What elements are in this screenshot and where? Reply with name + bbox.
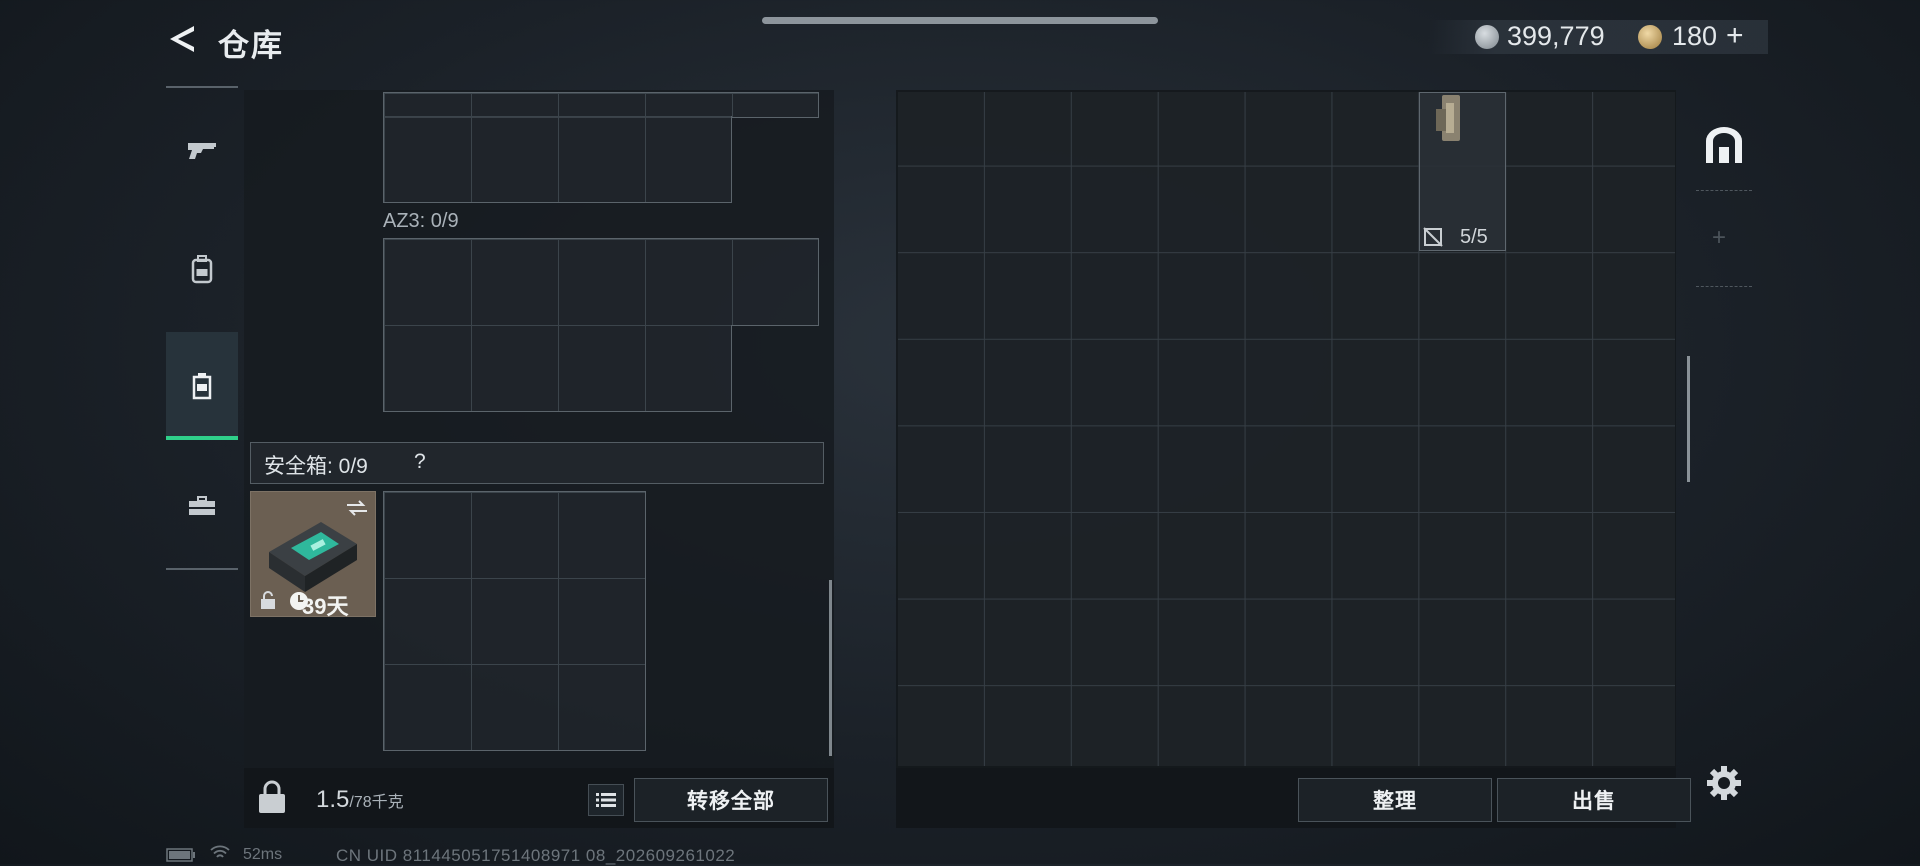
nav-item-weapons[interactable] <box>166 96 238 204</box>
nav-item-backpack[interactable] <box>166 216 238 324</box>
az3-grid[interactable] <box>383 325 732 412</box>
transfer-all-button[interactable]: 转移全部 <box>634 778 828 822</box>
battery-icon <box>166 848 195 862</box>
slot-count: 5/5 <box>1460 226 1488 248</box>
backpack-icon <box>191 255 213 284</box>
slot-count-icon <box>1423 227 1443 247</box>
sort-button[interactable]: 整理 <box>1298 778 1492 822</box>
nav-item-toolbox[interactable] <box>166 452 238 560</box>
container-grid[interactable] <box>383 92 819 118</box>
page-title: 仓库 <box>218 28 284 63</box>
container-grid[interactable] <box>383 116 732 203</box>
az3-label: AZ3: 0/9 <box>383 210 459 232</box>
lock-icon <box>261 591 275 609</box>
weight-unit: /78千克 <box>349 794 404 811</box>
help-icon[interactable]: ? <box>414 450 426 474</box>
storage-grid[interactable] <box>898 92 1675 766</box>
weight-value: 1.5 <box>316 786 350 813</box>
ping-readout: 52ms <box>243 846 283 863</box>
back-icon[interactable] <box>164 22 198 56</box>
wifi-icon <box>210 845 230 858</box>
right-scrollbar[interactable] <box>1687 356 1690 482</box>
storage-tabs <box>1696 90 1752 300</box>
left-scrollbar[interactable] <box>829 580 832 756</box>
sell-button[interactable]: 出售 <box>1497 778 1691 822</box>
gold-coin-icon <box>1638 25 1662 49</box>
weight-lock-icon[interactable] <box>256 780 288 816</box>
points-amount: 180 <box>1672 21 1718 51</box>
swap-icon[interactable] <box>345 498 369 518</box>
silver-coin-icon <box>1475 25 1499 49</box>
tab-divider <box>1696 286 1752 287</box>
item-duration: 39天 <box>302 594 349 619</box>
safe-box-label: 安全箱: 0/9 <box>264 455 368 478</box>
safe-box-grid[interactable] <box>383 491 646 751</box>
nav-divider <box>166 568 238 570</box>
pistol-icon <box>188 143 216 159</box>
az3-grid[interactable] <box>383 238 819 326</box>
drag-handle[interactable] <box>762 17 1158 24</box>
list-icon <box>596 793 616 807</box>
money-amount: 399,779 <box>1507 21 1605 51</box>
ammo-item-image <box>1436 95 1460 141</box>
container-icon <box>192 373 212 400</box>
tab-divider <box>1696 190 1752 191</box>
toolbox-icon <box>189 496 215 515</box>
nav-item-container[interactable] <box>166 332 238 440</box>
add-currency-icon[interactable]: + <box>1726 21 1744 51</box>
add-tab-icon[interactable]: + <box>1712 224 1726 252</box>
uid-readout: CN UID 811445051751408971 08_20260926102… <box>336 846 736 865</box>
gear-icon[interactable] <box>1704 763 1744 803</box>
weight-readout: 1.5/78千克 <box>316 786 404 814</box>
storage-tab-icon[interactable] <box>1703 125 1745 165</box>
list-view-button[interactable] <box>588 784 624 816</box>
nav-divider <box>166 86 238 88</box>
